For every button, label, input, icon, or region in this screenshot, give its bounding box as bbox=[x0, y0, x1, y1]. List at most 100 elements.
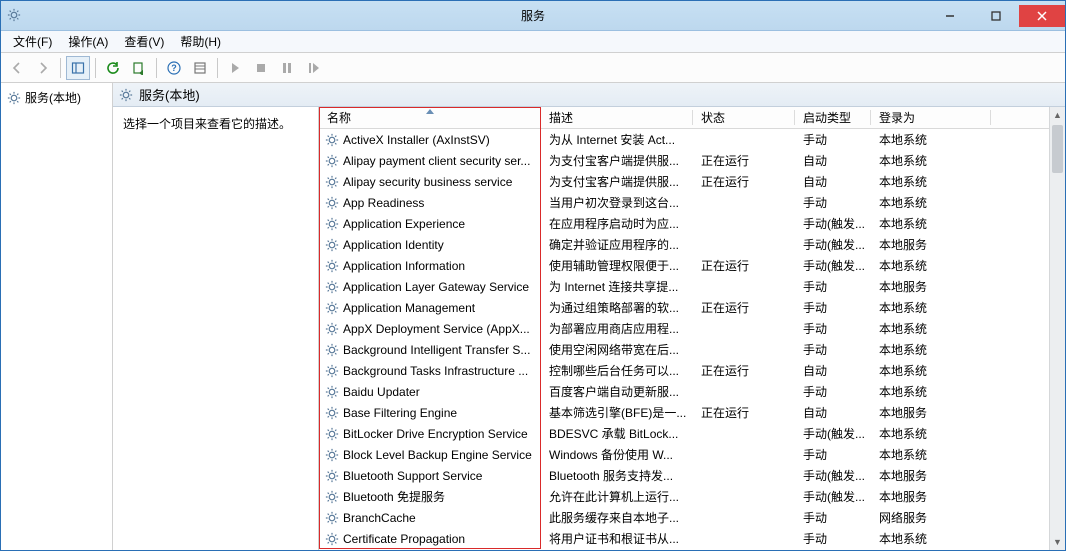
start-service-button[interactable] bbox=[223, 56, 247, 80]
table-row[interactable]: App Readiness当用户初次登录到这台...手动本地系统 bbox=[319, 192, 1049, 213]
gear-icon bbox=[325, 469, 339, 483]
table-row[interactable]: Bluetooth 免提服务允许在此计算机上运行...手动(触发...本地服务 bbox=[319, 486, 1049, 507]
table-row[interactable]: BranchCache此服务缓存来自本地子...手动网络服务 bbox=[319, 507, 1049, 528]
gear-icon bbox=[325, 406, 339, 420]
forward-button[interactable] bbox=[31, 56, 55, 80]
service-startup: 自动 bbox=[795, 173, 871, 190]
service-name: App Readiness bbox=[343, 196, 424, 210]
service-logon: 本地系统 bbox=[871, 383, 991, 400]
table-row[interactable]: Bluetooth Support ServiceBluetooth 服务支持发… bbox=[319, 465, 1049, 486]
gear-icon bbox=[325, 343, 339, 357]
scroll-up-icon[interactable]: ▲ bbox=[1050, 107, 1065, 123]
table-row[interactable]: Background Tasks Infrastructure ...控制哪些后… bbox=[319, 360, 1049, 381]
table-row[interactable]: Block Level Backup Engine ServiceWindows… bbox=[319, 444, 1049, 465]
service-name: Certificate Propagation bbox=[343, 532, 465, 546]
table-row[interactable]: Alipay payment client security ser...为支付… bbox=[319, 150, 1049, 171]
scroll-down-icon[interactable]: ▼ bbox=[1050, 534, 1065, 550]
window-title: 服务 bbox=[521, 7, 545, 24]
table-row[interactable]: Base Filtering Engine基本筛选引擎(BFE)是一...正在运… bbox=[319, 402, 1049, 423]
service-name: ActiveX Installer (AxInstSV) bbox=[343, 133, 490, 147]
service-startup: 手动 bbox=[795, 509, 871, 526]
toolbar bbox=[1, 53, 1065, 83]
service-startup: 手动 bbox=[795, 299, 871, 316]
gear-icon bbox=[325, 448, 339, 462]
main-header-label: 服务(本地) bbox=[139, 85, 200, 104]
service-name: Application Information bbox=[343, 259, 465, 273]
table-row[interactable]: BitLocker Drive Encryption ServiceBDESVC… bbox=[319, 423, 1049, 444]
table-row[interactable]: Application Layer Gateway Service为 Inter… bbox=[319, 276, 1049, 297]
show-hide-tree-button[interactable] bbox=[66, 56, 90, 80]
help-button[interactable] bbox=[162, 56, 186, 80]
table-row[interactable]: Alipay security business service 为支付宝客户端提… bbox=[319, 171, 1049, 192]
refresh-button[interactable] bbox=[101, 56, 125, 80]
table-row[interactable]: Certificate Propagation将用户证书和根证书从...手动本地… bbox=[319, 528, 1049, 549]
service-description: 为通过组策略部署的软... bbox=[541, 299, 693, 316]
column-description[interactable]: 描述 bbox=[541, 107, 693, 128]
tree-item-services-local[interactable]: 服务(本地) bbox=[5, 87, 108, 108]
menu-help[interactable]: 帮助(H) bbox=[174, 33, 227, 50]
column-logon[interactable]: 登录为 bbox=[871, 107, 991, 128]
export-button[interactable] bbox=[127, 56, 151, 80]
table-row[interactable]: Baidu Updater百度客户端自动更新服...手动本地系统 bbox=[319, 381, 1049, 402]
table-row[interactable]: ActiveX Installer (AxInstSV)为从 Internet … bbox=[319, 129, 1049, 150]
close-button[interactable] bbox=[1019, 5, 1065, 27]
service-startup: 手动(触发... bbox=[795, 215, 871, 232]
service-startup: 手动 bbox=[795, 320, 871, 337]
service-logon: 本地系统 bbox=[871, 131, 991, 148]
separator bbox=[217, 58, 218, 78]
service-name: Application Management bbox=[343, 301, 475, 315]
table-row[interactable]: Application Management 为通过组策略部署的软...正在运行手… bbox=[319, 297, 1049, 318]
service-description: 允许在此计算机上运行... bbox=[541, 488, 693, 505]
service-startup: 手动(触发... bbox=[795, 236, 871, 253]
service-description: 当用户初次登录到这台... bbox=[541, 194, 693, 211]
service-description: 此服务缓存来自本地子... bbox=[541, 509, 693, 526]
menu-action[interactable]: 操作(A) bbox=[62, 33, 114, 50]
stop-service-button[interactable] bbox=[249, 56, 273, 80]
service-logon: 本地系统 bbox=[871, 362, 991, 379]
gear-icon bbox=[325, 427, 339, 441]
gear-icon bbox=[7, 8, 23, 24]
service-rows: ActiveX Installer (AxInstSV)为从 Internet … bbox=[319, 129, 1049, 550]
column-startup[interactable]: 启动类型 bbox=[795, 107, 871, 128]
menu-view[interactable]: 查看(V) bbox=[118, 33, 170, 50]
service-description: 使用空闲网络带宽在后... bbox=[541, 341, 693, 358]
service-description: BDESVC 承载 BitLock... bbox=[541, 425, 693, 442]
service-status: 正在运行 bbox=[693, 152, 795, 169]
service-name: BranchCache bbox=[343, 511, 416, 525]
service-status: 正在运行 bbox=[693, 299, 795, 316]
back-button[interactable] bbox=[5, 56, 29, 80]
service-logon: 本地服务 bbox=[871, 488, 991, 505]
service-name: Application Experience bbox=[343, 217, 465, 231]
gear-icon bbox=[325, 133, 339, 147]
table-row[interactable]: Background Intelligent Transfer S...使用空闲… bbox=[319, 339, 1049, 360]
service-name: Bluetooth 免提服务 bbox=[343, 488, 445, 505]
service-startup: 手动 bbox=[795, 530, 871, 547]
tree-pane: 服务(本地) bbox=[1, 83, 113, 550]
service-description: 为支付宝客户端提供服... bbox=[541, 152, 693, 169]
table-row[interactable]: AppX Deployment Service (AppX...为部署应用商店应… bbox=[319, 318, 1049, 339]
table-row[interactable]: Application Identity确定并验证应用程序的...手动(触发..… bbox=[319, 234, 1049, 255]
pause-service-button[interactable] bbox=[275, 56, 299, 80]
table-row[interactable]: Application Information使用辅助管理权限便于...正在运行… bbox=[319, 255, 1049, 276]
table-row[interactable]: Application Experience 在应用程序启动时为应... 手动(触发… bbox=[319, 213, 1049, 234]
service-description: 在应用程序启动时为应... bbox=[541, 215, 693, 232]
gear-icon bbox=[325, 196, 339, 210]
gear-icon bbox=[325, 511, 339, 525]
service-description: 为支付宝客户端提供服... bbox=[541, 173, 693, 190]
minimize-button[interactable] bbox=[927, 5, 973, 27]
scroll-thumb[interactable] bbox=[1052, 125, 1063, 173]
service-startup: 手动(触发... bbox=[795, 425, 871, 442]
column-name[interactable]: 名称 bbox=[319, 107, 541, 128]
vertical-scrollbar[interactable]: ▲ ▼ bbox=[1049, 107, 1065, 550]
properties-button[interactable] bbox=[188, 56, 212, 80]
service-startup: 自动 bbox=[795, 362, 871, 379]
service-startup: 自动 bbox=[795, 152, 871, 169]
titlebar[interactable]: 服务 bbox=[1, 1, 1065, 31]
menu-file[interactable]: 文件(F) bbox=[7, 33, 58, 50]
service-logon: 本地服务 bbox=[871, 278, 991, 295]
maximize-button[interactable] bbox=[973, 5, 1019, 27]
restart-service-button[interactable] bbox=[301, 56, 325, 80]
service-logon: 本地服务 bbox=[871, 236, 991, 253]
column-status[interactable]: 状态 bbox=[693, 107, 795, 128]
service-name: Alipay security business service bbox=[343, 175, 512, 189]
